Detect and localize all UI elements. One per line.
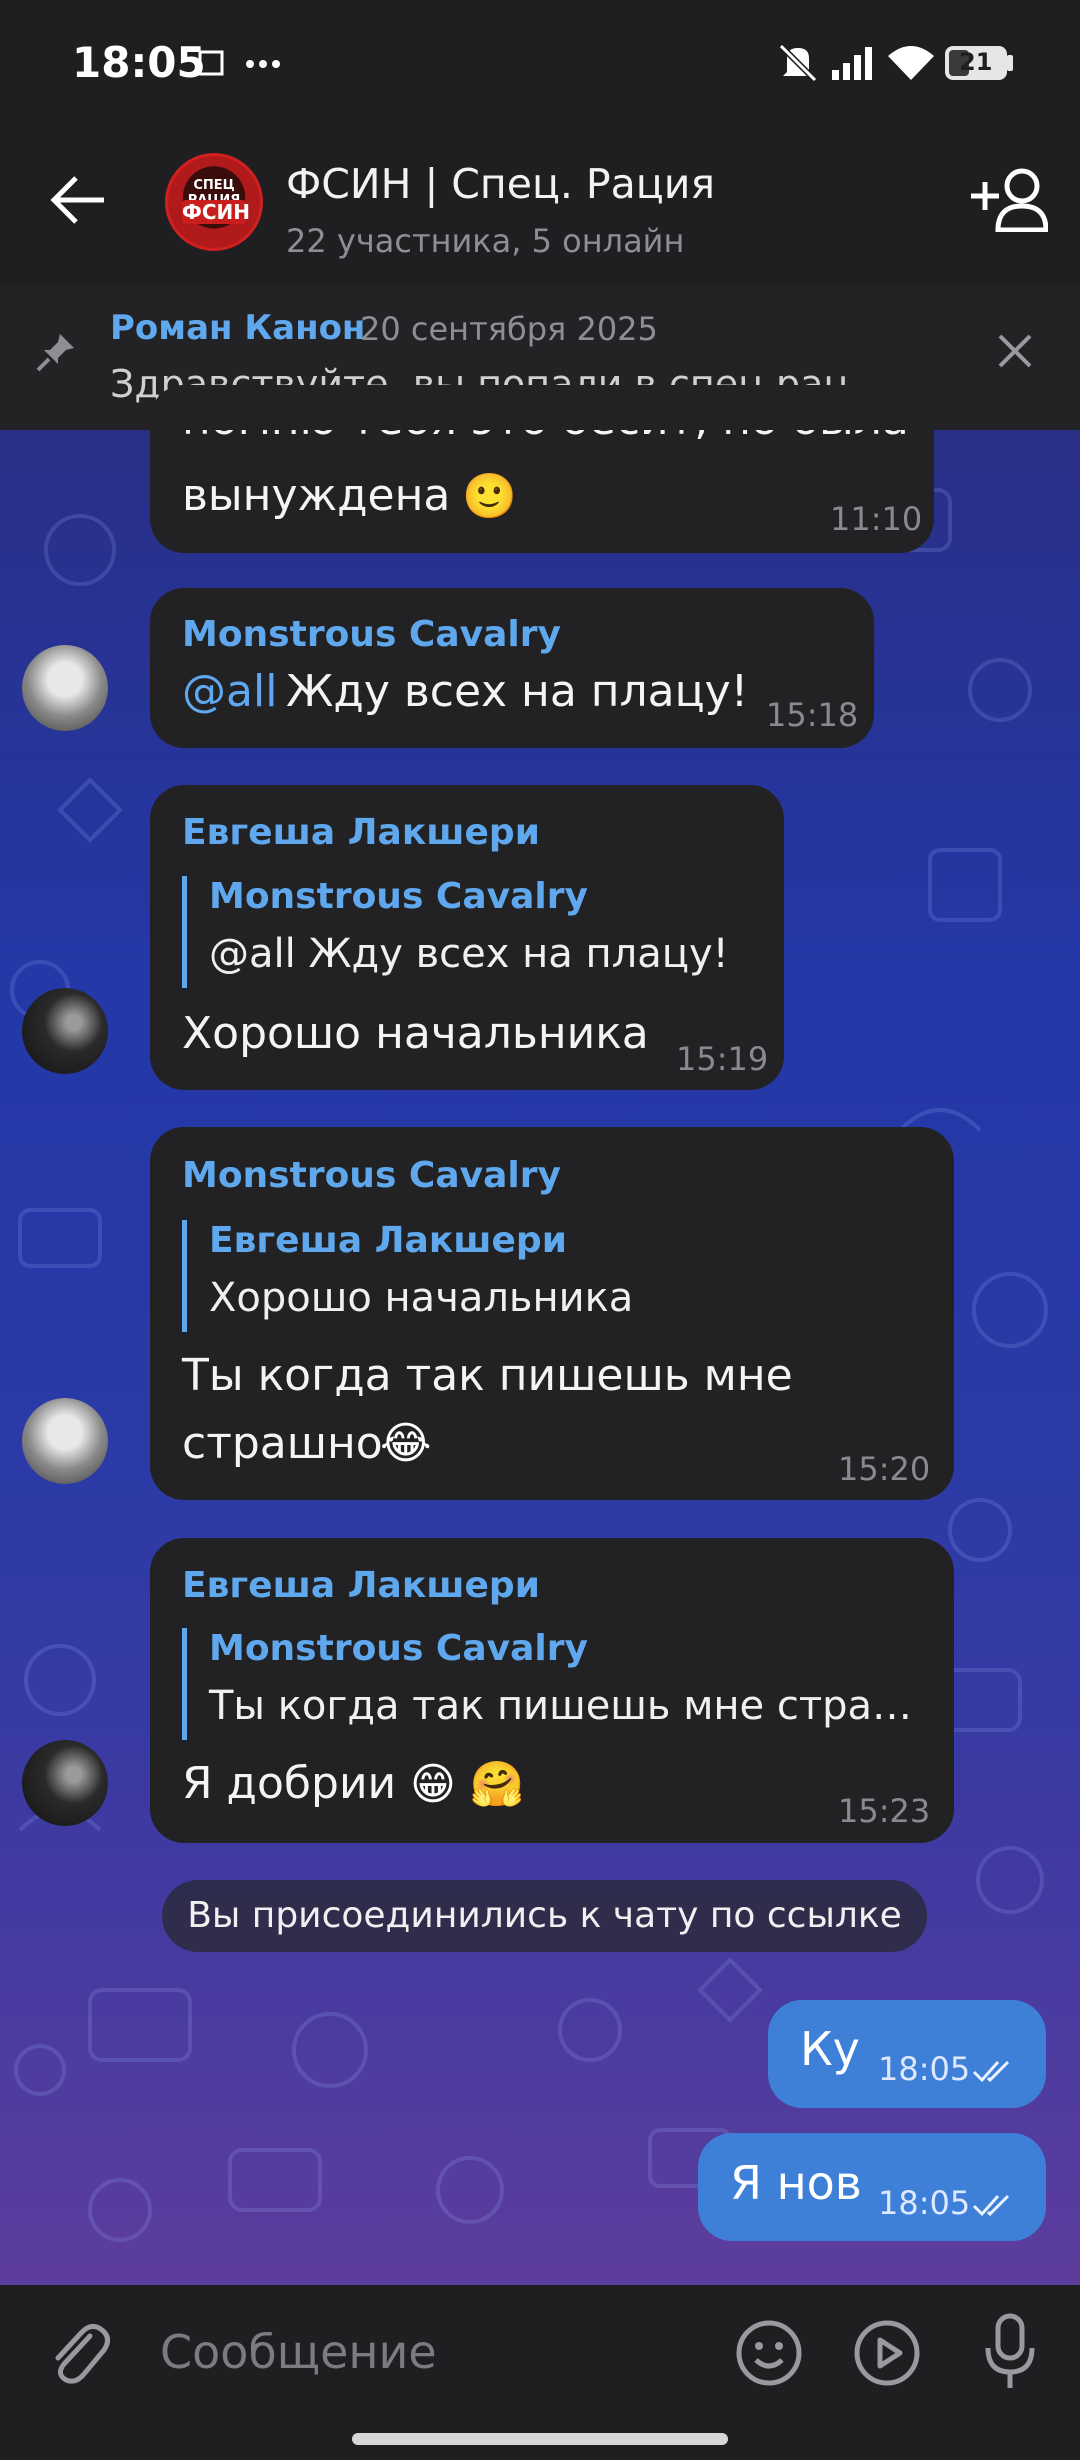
close-pinned-icon[interactable] — [996, 332, 1034, 370]
reply-quote[interactable]: Евгеша Лакшери Хорошо начальника — [182, 1220, 633, 1332]
attach-paperclip-icon[interactable] — [46, 2318, 110, 2388]
group-avatar[interactable]: СПЕЦ РАЦИЯ ФСИН — [165, 153, 263, 251]
group-avatar-label: ФСИН — [182, 200, 250, 224]
avatar[interactable] — [22, 1398, 108, 1484]
message-author[interactable]: Евгеша Лакшери — [182, 1565, 540, 1606]
more-dots-icon — [246, 60, 280, 68]
outgoing-message-time: 18:05 — [878, 2184, 971, 2222]
wifi-icon — [888, 46, 934, 80]
signal-icon — [832, 47, 872, 80]
emoji-icon[interactable] — [734, 2318, 804, 2388]
message-text: Жду всех на плацу! — [286, 666, 749, 717]
message-text: вынуждена — [182, 470, 451, 521]
reply-text: Хорошо начальника — [209, 1275, 634, 1321]
slight-smile-emoji: 🙂 — [462, 471, 517, 522]
reply-text: Ты когда так пишешь мне стра… — [209, 1683, 913, 1729]
chat-subtitle: 22 участника, 5 онлайн — [286, 222, 685, 260]
message-text: Хорошо начальника — [182, 1008, 649, 1059]
message-text: страшно — [182, 1418, 383, 1469]
message-time: 15:20 — [838, 1450, 931, 1488]
message-author[interactable]: Евгеша Лакшери — [182, 812, 540, 853]
outgoing-message-text: Ку — [800, 2022, 860, 2076]
reply-author: Monstrous Cavalry — [209, 1628, 588, 1669]
message-text: Я добрии — [182, 1758, 397, 1809]
pin-icon — [36, 334, 74, 372]
microphone-icon[interactable] — [980, 2312, 1040, 2392]
message-time: 11:10 — [830, 500, 923, 538]
system-message: Вы присоединились к чату по ссылке — [162, 1880, 927, 1952]
reply-text: @all Жду всех на плацу! — [209, 931, 729, 977]
double-check-icon — [972, 2194, 1010, 2217]
reply-author: Monstrous Cavalry — [209, 876, 588, 917]
pinned-author: Роман Канон — [110, 308, 366, 348]
reply-author: Евгеша Лакшери — [209, 1220, 567, 1261]
outgoing-message-time: 18:05 — [878, 2050, 971, 2088]
outgoing-message-text: Я нов — [730, 2156, 862, 2210]
add-member-icon[interactable] — [968, 166, 1048, 232]
message-mention[interactable]: @all — [182, 666, 277, 717]
message-text: Ты когда так пишешь мне — [182, 1350, 793, 1401]
avatar[interactable] — [22, 988, 108, 1074]
message-time: 15:23 — [838, 1792, 931, 1830]
double-check-icon — [972, 2060, 1010, 2083]
battery-tip — [1007, 55, 1013, 71]
home-indicator[interactable] — [352, 2433, 728, 2445]
pinned-date: 20 сентября 2025 — [360, 310, 658, 348]
reply-quote[interactable]: Monstrous Cavalry @all Жду всех на плацу… — [182, 876, 729, 988]
tears-of-joy-emoji: 😂 — [380, 1418, 432, 1469]
battery-icon: 21 — [945, 46, 1007, 80]
video-message-icon[interactable] — [852, 2318, 922, 2388]
message-text-partial: помню тебя это бесит, но была — [182, 430, 909, 445]
message-time: 15:19 — [676, 1040, 769, 1078]
message-author[interactable]: Monstrous Cavalry — [182, 614, 561, 655]
message-time: 15:18 — [766, 696, 859, 734]
back-arrow-icon[interactable] — [48, 172, 108, 228]
reply-quote[interactable]: Monstrous Cavalry Ты когда так пишешь мн… — [182, 1628, 912, 1740]
screenshot-icon — [198, 50, 224, 76]
status-time: 18:05 — [72, 38, 206, 87]
chat-title[interactable]: ФСИН | Спец. Рация — [286, 160, 715, 208]
grin-hug-emoji: 😁 🤗 — [410, 1759, 525, 1810]
avatar[interactable] — [22, 1740, 108, 1826]
message-author[interactable]: Monstrous Cavalry — [182, 1155, 561, 1196]
message-input[interactable]: Сообщение — [160, 2325, 437, 2379]
mute-icon — [778, 43, 818, 83]
avatar[interactable] — [22, 645, 108, 731]
battery-level: 21 — [959, 48, 993, 76]
